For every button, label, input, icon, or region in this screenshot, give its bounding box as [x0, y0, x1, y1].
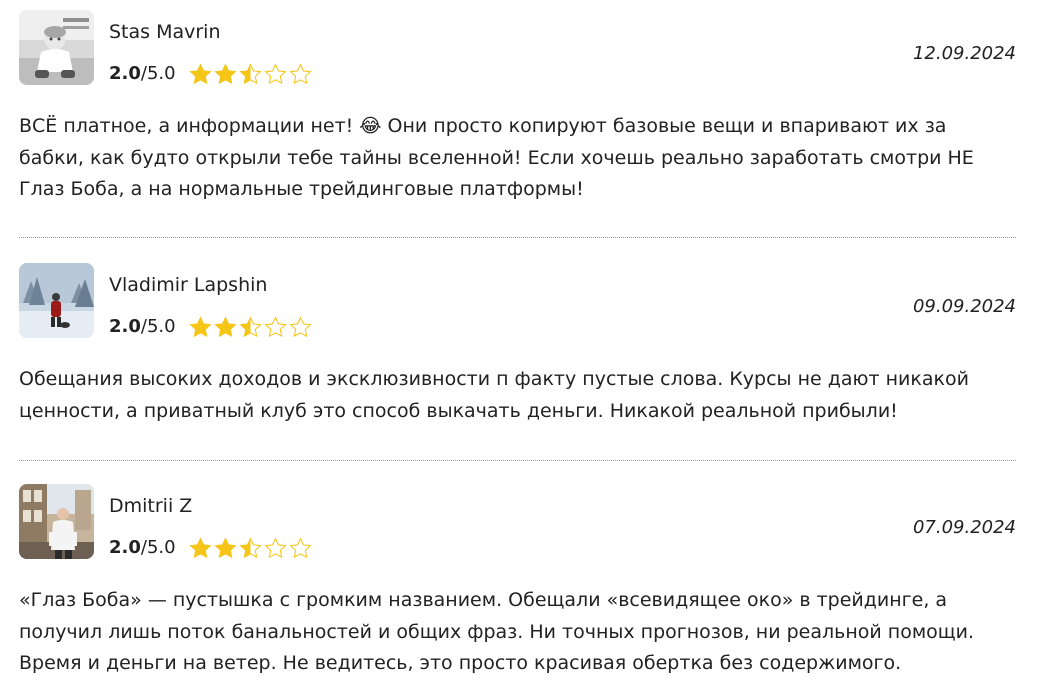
star-half-icon: [239, 315, 262, 337]
review-text: ВСЁ платное, а информации нет! 😂 Они про…: [19, 115, 974, 200]
rating-out-of: /5.0: [140, 537, 176, 558]
rating-out-of: /5.0: [140, 316, 176, 337]
star-full-icon: [214, 315, 237, 337]
star-full-icon: [189, 315, 212, 337]
star-empty-icon: [289, 536, 312, 558]
star-full-icon: [214, 536, 237, 558]
avatar[interactable]: [19, 484, 94, 559]
star-empty-icon: [264, 536, 287, 558]
avatar[interactable]: [19, 263, 94, 338]
star-half-icon: [239, 62, 262, 84]
star-empty-icon: [264, 315, 287, 337]
review-text: «Глаз Боба» — пустышка с громким названи…: [19, 589, 975, 674]
avatar-photo-winter-icon: [19, 263, 94, 338]
rating-score: 2.0: [109, 537, 141, 558]
author-name: Stas Mavrin: [109, 21, 221, 43]
rating-score: 2.0: [109, 316, 141, 337]
star-rating: [188, 536, 313, 561]
reviews-list: Stas Mavrin 2.0/5.0 12.09.2024 ВСЁ платн…: [0, 0, 1044, 699]
star-full-icon: [214, 62, 237, 84]
star-full-icon: [189, 536, 212, 558]
rating-out-of: /5.0: [140, 63, 176, 84]
rating-score: 2.0: [109, 63, 141, 84]
star-rating: [188, 315, 313, 340]
review-date: 07.09.2024: [912, 517, 1016, 538]
star-empty-icon: [289, 315, 312, 337]
avatar-photo-child-icon: [19, 10, 94, 85]
star-empty-icon: [289, 62, 312, 84]
rating: 2.0/5.0: [109, 60, 313, 88]
star-rating: [188, 62, 313, 87]
rating: 2.0/5.0: [109, 534, 313, 562]
divider: [19, 460, 1016, 461]
review-date: 09.09.2024: [912, 296, 1016, 317]
star-half-icon: [239, 536, 262, 558]
avatar[interactable]: [19, 10, 94, 85]
author-name: Vladimir Lapshin: [109, 274, 268, 296]
author-name: Dmitrii Z: [109, 495, 193, 517]
review-text: Обещания высоких доходов и эксклюзивност…: [19, 368, 969, 422]
divider: [19, 237, 1016, 238]
review-date: 12.09.2024: [912, 43, 1016, 64]
rating: 2.0/5.0: [109, 313, 313, 341]
star-full-icon: [189, 62, 212, 84]
star-empty-icon: [264, 62, 287, 84]
avatar-photo-street-icon: [19, 484, 94, 559]
